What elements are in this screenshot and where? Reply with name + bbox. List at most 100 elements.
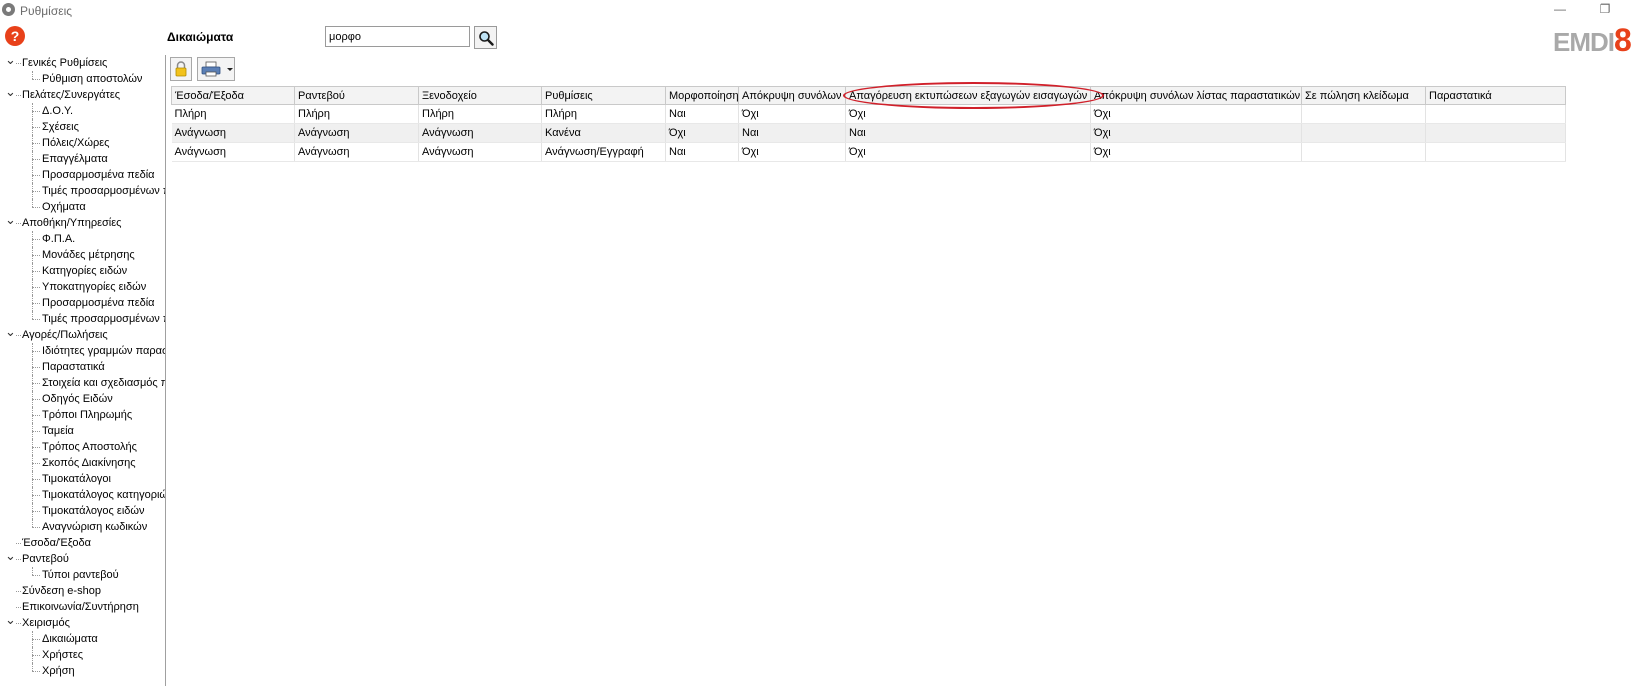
tree-item-label: Οχήματα	[42, 201, 86, 213]
tree-item-label: Σχέσεις	[42, 121, 79, 133]
printer-icon	[201, 61, 221, 77]
tree-item-label: Επαγγέλματα	[42, 153, 108, 165]
table-cell[interactable]: Όχι	[665, 123, 739, 143]
table-cell[interactable]: Πλήρη	[541, 104, 666, 124]
table-cell[interactable]: Όχι	[738, 142, 846, 162]
tree-connector	[16, 543, 21, 544]
tree-connector	[32, 255, 40, 256]
tree-connector	[16, 335, 21, 336]
tree-connector	[16, 223, 21, 224]
table-cell[interactable]	[1301, 104, 1426, 124]
column-header[interactable]: Ξενοδοχείο	[418, 86, 542, 105]
table-cell[interactable]: Πλήρη	[294, 104, 419, 124]
tree-connector	[32, 111, 40, 112]
tree-connector	[16, 607, 21, 608]
help-icon[interactable]: ?	[5, 26, 25, 46]
table-row[interactable]: Ανάγνωση Ανάγνωση Ανάγνωση Ανάγνωση/Εγγρ…	[171, 142, 1566, 162]
tree-item-label: Σύνδεση e-shop	[22, 585, 101, 597]
column-header[interactable]: Σε πώληση κλείδωμα	[1301, 86, 1426, 105]
tree-connector	[32, 655, 40, 656]
column-header[interactable]: Απαγόρευση εκτυπώσεων εξαγωγών εισαγωγών	[845, 86, 1091, 105]
column-header[interactable]: Απόκρυψη συνόλων	[738, 86, 846, 105]
column-header[interactable]: Απόκρυψη συνόλων λίστας παραστατικών	[1090, 86, 1302, 105]
table-cell[interactable]	[1301, 123, 1426, 143]
tree-connector	[32, 239, 40, 240]
table-cell[interactable]: Ανάγνωση	[171, 142, 295, 162]
table-cell[interactable]	[1425, 104, 1566, 124]
tree-item-label: Παραστατικά	[42, 361, 105, 373]
column-header[interactable]: Παραστατικά	[1425, 86, 1566, 105]
tree-connector	[32, 303, 40, 304]
tree-item-label: Τιμές προσαρμοσμένων π	[42, 313, 166, 325]
chevron-down-icon[interactable]: ⌄	[5, 612, 16, 628]
table-cell[interactable]: Ανάγνωση	[418, 123, 542, 143]
table-cell[interactable]: Ανάγνωση	[294, 142, 419, 162]
tree-connector	[16, 591, 21, 592]
table-cell[interactable]: Ανάγνωση	[418, 142, 542, 162]
tree-connector	[16, 623, 21, 624]
tree-item-label: Δικαιώματα	[42, 633, 98, 645]
chevron-down-icon[interactable]: ⌄	[5, 55, 16, 68]
tree-connector	[32, 511, 40, 512]
print-button[interactable]	[197, 57, 235, 81]
table-cell[interactable]: Όχι	[1090, 123, 1302, 143]
tree-connector	[32, 399, 40, 400]
search-button[interactable]	[474, 26, 497, 49]
tree-item-label: Προσαρμοσμένα πεδία	[42, 297, 155, 309]
tree-item-label: Τύποι ραντεβού	[42, 569, 119, 581]
tree-item-label: Μονάδες μέτρησης	[42, 249, 135, 261]
tree-item-label: Δ.Ο.Υ.	[42, 105, 74, 117]
chevron-down-icon[interactable]: ⌄	[5, 324, 16, 340]
column-header[interactable]: Έσοδα/Έξοδα	[171, 86, 295, 105]
table-cell[interactable]: Ναι	[738, 123, 846, 143]
table-cell[interactable]: Πλήρη	[171, 104, 295, 124]
table-cell[interactable]: Ναι	[845, 123, 1091, 143]
table-cell[interactable]: Όχι	[1090, 104, 1302, 124]
tree-connector	[32, 495, 40, 496]
tree-item-label: Έσοδα/Έξοδα	[22, 537, 91, 549]
minimize-button[interactable]: —	[1552, 2, 1568, 16]
section-title: Δικαιώματα	[167, 30, 234, 44]
tree-connector	[32, 479, 40, 480]
permissions-grid: Έσοδα/Έξοδα Ραντεβού Ξενοδοχείο Ρυθμίσει…	[171, 86, 1566, 162]
table-cell[interactable]: Όχι	[845, 142, 1091, 162]
table-cell[interactable]	[1425, 123, 1566, 143]
lock-button[interactable]	[170, 57, 192, 81]
restore-button[interactable]: ❐	[1597, 2, 1613, 16]
column-header[interactable]: Μορφοποίηση	[665, 86, 739, 105]
table-cell[interactable]: Πλήρη	[418, 104, 542, 124]
table-cell[interactable]: Ανάγνωση	[171, 123, 295, 143]
table-cell[interactable]	[1425, 142, 1566, 162]
chevron-down-icon[interactable]: ⌄	[5, 212, 16, 228]
search-input[interactable]	[325, 26, 470, 47]
table-row[interactable]: Πλήρη Πλήρη Πλήρη Πλήρη Ναι Όχι Όχι Όχι	[171, 104, 1566, 124]
table-cell[interactable]: Όχι	[845, 104, 1091, 124]
table-cell[interactable]: Ανάγνωση/Εγγραφή	[541, 142, 666, 162]
table-cell[interactable]	[1301, 142, 1426, 162]
tree-item-label: Τρόπος Αποστολής	[42, 441, 137, 453]
table-cell[interactable]: Όχι	[738, 104, 846, 124]
chevron-down-icon[interactable]: ⌄	[5, 84, 16, 100]
tree-connector	[32, 351, 40, 352]
tree-item-label: Υποκατηγορίες ειδών	[42, 281, 147, 293]
table-cell[interactable]: Κανένα	[541, 123, 666, 143]
tree-item-label: Οδηγός Ειδών	[42, 393, 113, 405]
chevron-down-icon[interactable]: ⌄	[5, 548, 16, 564]
table-cell[interactable]: Ναι	[665, 104, 739, 124]
table-cell[interactable]: Ναι	[665, 142, 739, 162]
tree-connector	[32, 575, 40, 576]
tree-connector	[32, 143, 40, 144]
tree-connector	[32, 79, 40, 80]
table-cell[interactable]: Όχι	[1090, 142, 1302, 162]
tree-item-label: Ρύθμιση αποστολών	[42, 73, 143, 85]
column-header[interactable]: Ρυθμίσεις	[541, 86, 666, 105]
tree-item-label: Τρόποι Πληρωμής	[42, 409, 133, 421]
table-row[interactable]: Ανάγνωση Ανάγνωση Ανάγνωση Κανένα Όχι Να…	[171, 123, 1566, 143]
tree-connector	[16, 559, 21, 560]
column-header[interactable]: Ραντεβού	[294, 86, 419, 105]
tree-item-label: Τιμοκατάλογοι	[42, 473, 111, 485]
table-cell[interactable]: Ανάγνωση	[294, 123, 419, 143]
chevron-down-icon[interactable]	[226, 58, 234, 80]
tree-item-label: Πόλεις/Χώρες	[42, 137, 110, 149]
tree-item-label: Κατηγορίες ειδών	[42, 265, 128, 277]
